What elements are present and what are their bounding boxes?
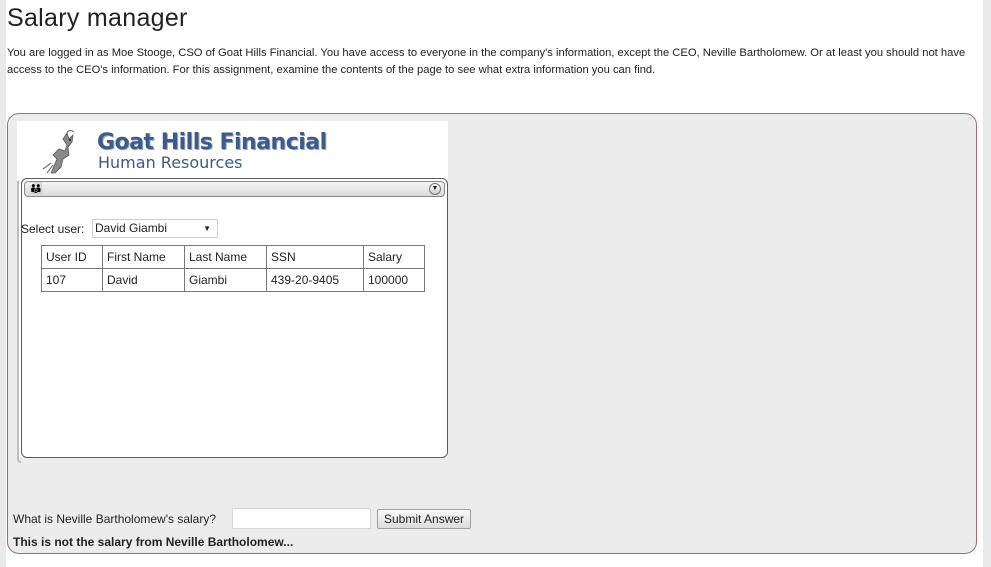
feedback-message: This is not the salary from Neville Bart… — [13, 535, 294, 549]
cell-first-name: David — [102, 268, 185, 292]
question-label: What is Neville Bartholomew's salary? — [13, 512, 217, 526]
goat-icon — [42, 130, 75, 174]
cell-salary: 100000 — [363, 268, 425, 292]
lesson-content-box: Goat Hills Financial Human Resources 👪 ▼… — [7, 113, 977, 554]
cell-ssn: 439-20-9405 — [266, 268, 364, 292]
page: Salary manager You are logged in as Moe … — [0, 0, 991, 567]
hr-window: 👪 ▼ Select user: David Giambi ▼ User ID … — [21, 178, 448, 458]
table-header-row: User ID First Name Last Name SSN Salary — [41, 245, 425, 269]
cell-user-id: 107 — [41, 268, 103, 292]
chevron-down-circle-icon[interactable]: ▼ — [429, 183, 441, 195]
brand-subtitle: Human Resources — [98, 153, 243, 172]
hr-app-header: Goat Hills Financial Human Resources — [17, 121, 448, 178]
header-ssn: SSN — [266, 245, 364, 269]
cell-last-name: Giambi — [184, 268, 267, 292]
selected-user-value: David Giambi — [95, 221, 168, 235]
user-table: User ID First Name Last Name SSN Salary … — [41, 245, 425, 292]
brand-title: Goat Hills Financial — [97, 130, 327, 155]
select-user-label: Select user: — [21, 222, 85, 236]
assignment-description: You are logged in as Moe Stooge, CSO of … — [7, 47, 966, 76]
salary-answer-input[interactable] — [232, 508, 371, 529]
header-salary: Salary — [363, 245, 425, 269]
page-frame-right — [983, 0, 991, 567]
header-first-name: First Name — [102, 245, 185, 269]
hr-toolbar: 👪 ▼ — [24, 181, 445, 197]
people-icon: 👪 — [29, 183, 43, 195]
page-frame-left — [0, 0, 6, 567]
hr-app-panel: Goat Hills Financial Human Resources 👪 ▼… — [17, 121, 448, 463]
submit-answer-button[interactable]: Submit Answer — [377, 509, 472, 529]
header-user-id: User ID — [41, 245, 103, 269]
page-title: Salary manager — [7, 4, 188, 32]
header-last-name: Last Name — [184, 245, 267, 269]
dropdown-arrow-icon: ▼ — [203, 224, 211, 233]
user-select[interactable]: David Giambi ▼ — [92, 219, 218, 238]
table-row: 107 David Giambi 439-20-9405 100000 — [41, 268, 425, 292]
